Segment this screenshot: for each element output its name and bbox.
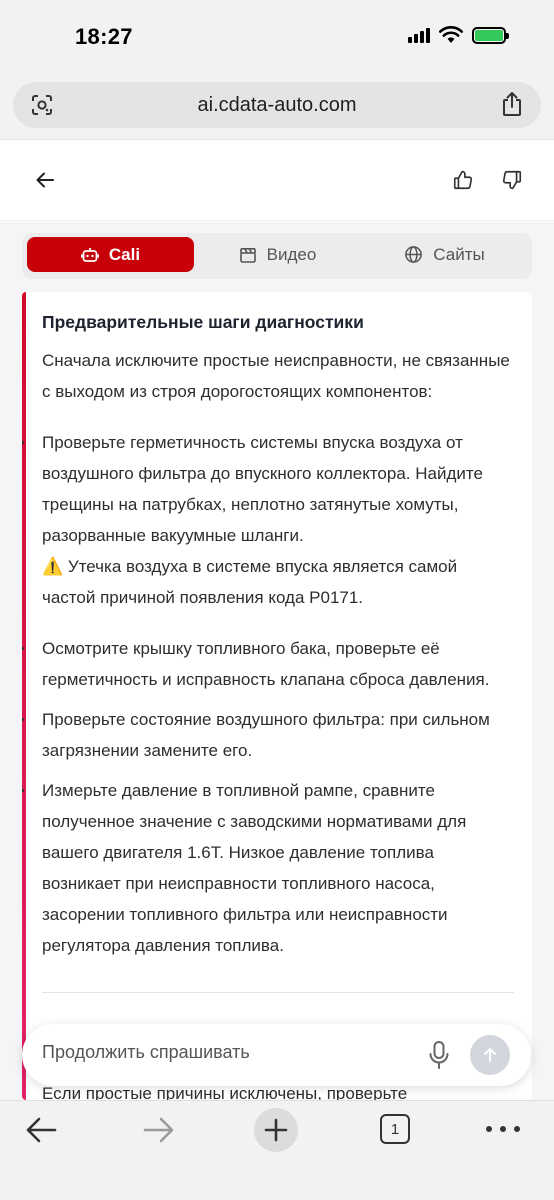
list-item: Осмотрите крышку топливного бака, провер… (22, 633, 514, 695)
tab-cali-label: Cali (108, 244, 141, 264)
tab-video-label: Видео (266, 244, 317, 264)
answer-intro: Сначала исключите простые неисправности,… (42, 351, 510, 401)
answer-heading: Предварительные шаги диагностики (42, 312, 364, 332)
partial-next-text: Если простые причины исключены, проверьт… (42, 1084, 408, 1100)
back-arrow-icon[interactable] (34, 169, 56, 191)
tab-sites[interactable]: Сайты (361, 237, 528, 272)
tab-cali[interactable]: Cali (27, 237, 194, 272)
thumbs-up-icon[interactable] (452, 169, 474, 191)
accent-bar (22, 292, 26, 1100)
thumbs-down-icon[interactable] (501, 169, 523, 191)
cellular-signal-icon (408, 27, 430, 43)
ask-input[interactable] (42, 1042, 402, 1063)
answer-body: Предварительные шаги диагностики Сначала… (22, 309, 514, 961)
page-header (0, 141, 554, 221)
send-button[interactable] (470, 1035, 510, 1075)
new-tab-button[interactable] (254, 1108, 298, 1152)
list-item-text: Осмотрите крышку топливного бака, провер… (42, 639, 490, 689)
list-item: Измерьте давление в топливной рампе, сра… (22, 775, 514, 961)
microphone-icon[interactable] (426, 1040, 452, 1070)
plus-icon (264, 1118, 288, 1142)
list-item-text: Проверьте состояние воздушного фильтра: … (42, 710, 490, 760)
clapperboard-icon (239, 247, 256, 263)
arrow-up-icon (484, 1048, 496, 1062)
url-text[interactable]: ai.cdata-auto.com (13, 94, 541, 117)
list-item: Проверьте герметичность системы впуска в… (22, 427, 514, 613)
status-icons (408, 26, 509, 44)
battery-icon (472, 26, 509, 44)
divider (42, 992, 514, 993)
list-item: Проверьте состояние воздушного фильтра: … (22, 704, 514, 766)
address-bar[interactable]: ai.cdata-auto.com (13, 82, 541, 128)
answer-card: Предварительные шаги диагностики Сначала… (22, 292, 532, 1100)
tab-video[interactable]: Видео (194, 237, 361, 272)
browser-address-area: ai.cdata-auto.com (0, 72, 554, 140)
tab-count: 1 (390, 1120, 400, 1138)
browser-forward-icon[interactable] (142, 1115, 176, 1145)
ask-bar (22, 1024, 531, 1086)
source-tabs: Cali Видео Сайты (22, 233, 532, 279)
globe-icon (405, 246, 423, 263)
browser-back-icon[interactable] (24, 1115, 58, 1145)
status-bar: 18:27 (0, 0, 554, 72)
browser-toolbar: 1 (0, 1100, 554, 1200)
wifi-icon (439, 26, 463, 43)
more-options-icon[interactable] (486, 1117, 520, 1141)
robot-icon (80, 247, 99, 262)
status-time: 18:27 (75, 24, 133, 49)
list-item-text: Измерьте давление в топливной рампе, сра… (42, 781, 467, 955)
tab-switcher-button[interactable]: 1 (380, 1114, 410, 1144)
tab-sites-label: Сайты (433, 244, 485, 264)
share-icon[interactable] (500, 91, 524, 117)
list-item-text: Проверьте герметичность системы впуска в… (42, 433, 483, 545)
warning-note: ⚠️ Утечка воздуха в системе впуска являе… (42, 557, 458, 607)
